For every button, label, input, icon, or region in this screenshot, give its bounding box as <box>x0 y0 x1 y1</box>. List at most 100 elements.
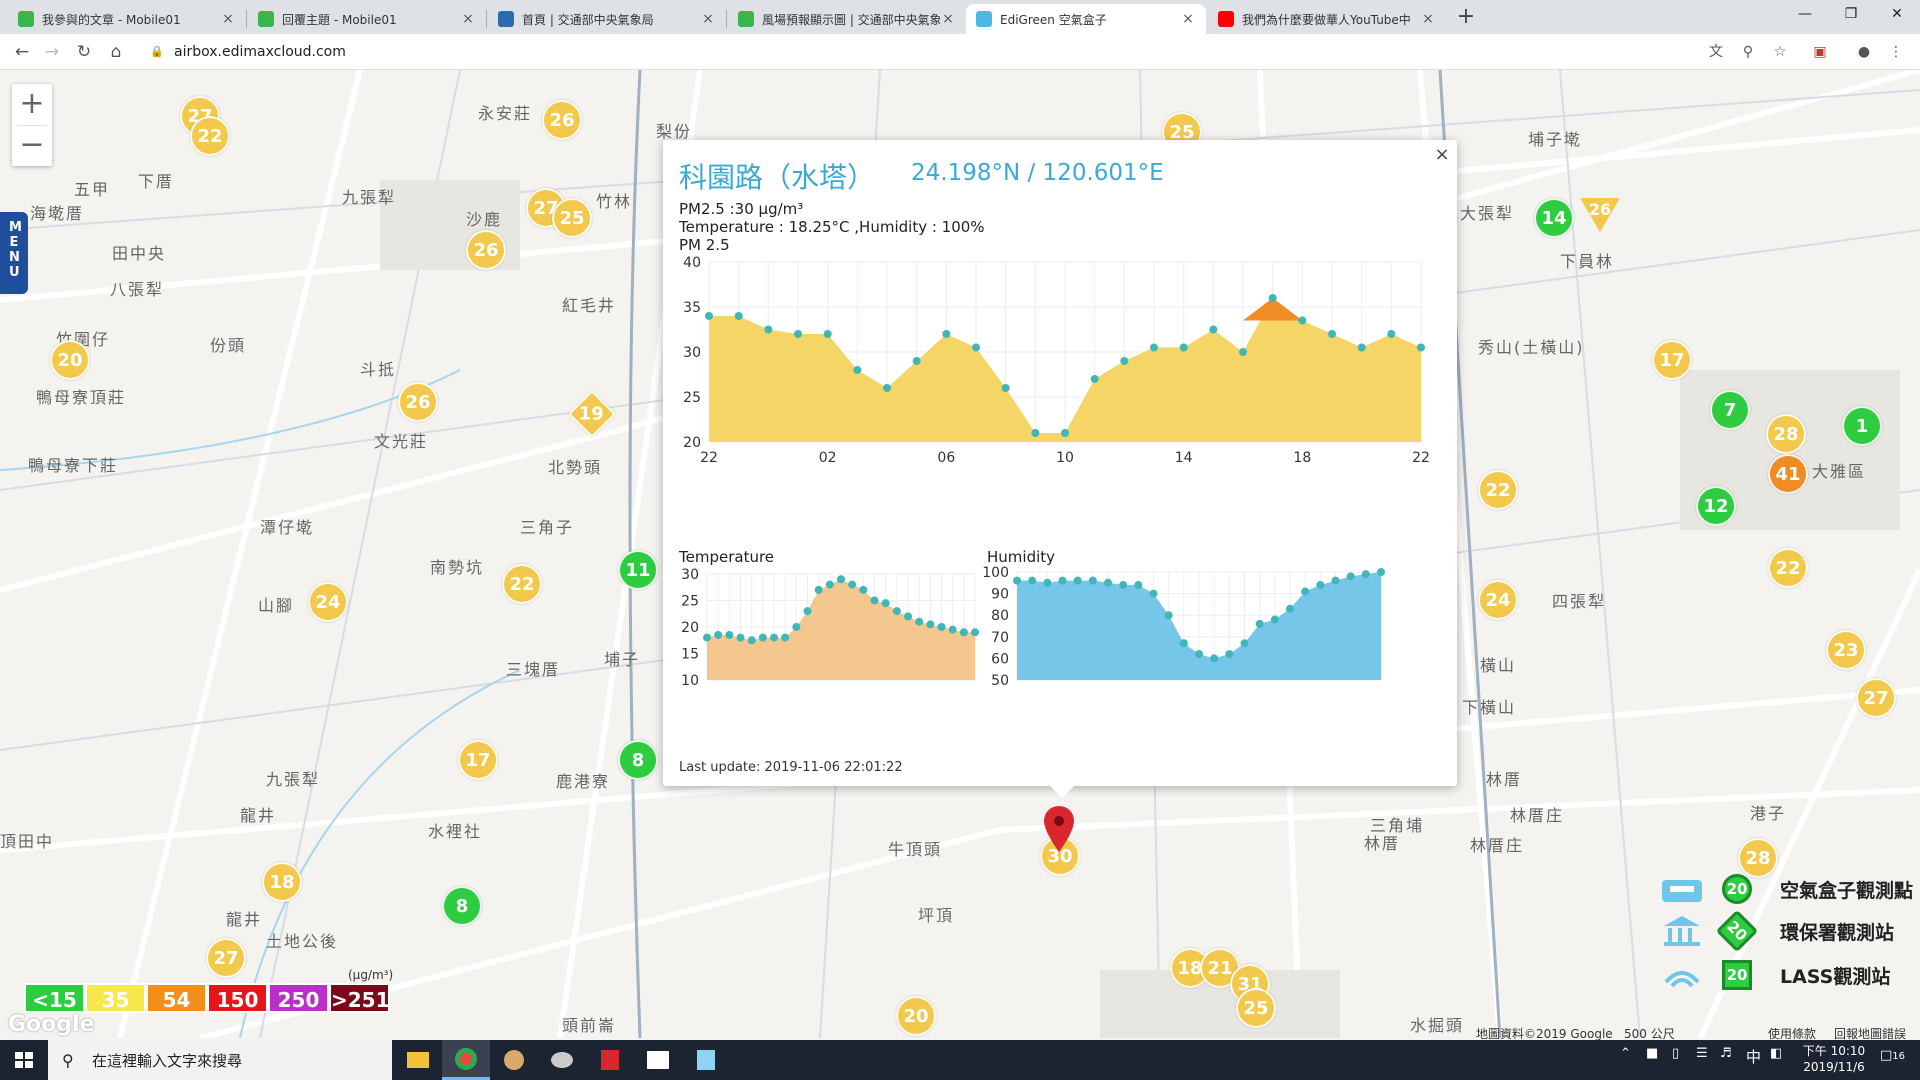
notepad-icon[interactable] <box>682 1040 730 1080</box>
zoom-icon[interactable]: ⚲ <box>1738 42 1758 62</box>
data-point <box>747 636 756 645</box>
marker-value: 27 <box>213 947 239 969</box>
airbox-station-marker[interactable]: 18 <box>262 862 302 902</box>
y-tick-label: 90 <box>991 587 1009 603</box>
place-label: 永安莊 <box>478 104 533 123</box>
taskbar-search[interactable]: ⚲ 在這裡輸入文字來搜尋 <box>48 1040 392 1080</box>
airbox-station-marker[interactable]: 14 <box>1534 198 1574 238</box>
tab-2[interactable]: 首頁 | 交通部中央氣象局 × <box>488 4 726 34</box>
data-point <box>937 623 946 631</box>
close-icon[interactable]: × <box>940 11 956 27</box>
airbox-station-marker[interactable]: 8 <box>442 886 482 926</box>
legend-lass: 20 LASS觀測站 <box>1660 958 1920 998</box>
ime-mode-icon[interactable]: ◧ <box>1770 1046 1782 1061</box>
data-point <box>904 612 912 621</box>
airbox-station-marker[interactable]: 26 <box>542 100 582 140</box>
airbox-station-marker[interactable]: 7 <box>1710 390 1750 430</box>
forward-icon[interactable]: → <box>40 40 64 64</box>
windows-start-icon[interactable] <box>0 1040 48 1080</box>
airbox-station-marker[interactable]: 24 <box>1478 580 1518 620</box>
airbox-station-marker[interactable]: 27 <box>206 938 246 978</box>
close-icon[interactable]: × <box>220 11 236 27</box>
data-point <box>1286 604 1294 613</box>
clock[interactable]: 下午 10:10 2019/11/6 <box>1792 1043 1876 1075</box>
marker-value: 22 <box>1775 557 1801 579</box>
address-bar[interactable]: 🔒 airbox.edimaxcloud.com <box>140 38 1700 66</box>
menu-tab[interactable]: MENU <box>0 212 28 294</box>
volume-icon[interactable]: ♬ <box>1720 1046 1732 1061</box>
new-tab-button[interactable]: + <box>1452 4 1480 32</box>
notification-center-icon[interactable]: □16 <box>1880 1048 1905 1063</box>
close-icon[interactable]: × <box>1433 144 1451 165</box>
close-window-button[interactable]: ✕ <box>1874 0 1920 30</box>
ime-indicator[interactable]: 中 <box>1746 1046 1761 1067</box>
back-icon[interactable]: ← <box>10 40 34 64</box>
airbox-station-marker[interactable]: 26 <box>398 382 438 422</box>
airbox-station-marker[interactable]: 22 <box>1768 548 1808 588</box>
place-label: 九張犁 <box>342 188 397 207</box>
place-label: 南勢坑 <box>430 558 485 577</box>
airbox-station-marker[interactable]: 41 <box>1768 454 1808 494</box>
airbox-station-marker[interactable]: 20 <box>896 996 936 1036</box>
minimize-button[interactable]: — <box>1782 0 1828 30</box>
close-icon[interactable]: × <box>700 11 716 27</box>
tab-favicon <box>738 11 754 27</box>
data-point <box>1377 568 1385 576</box>
tab-5[interactable]: 我們為什麼要做華人YouTube中 × <box>1208 4 1446 34</box>
airbox-station-marker[interactable]: 11 <box>618 550 658 590</box>
star-icon[interactable]: ☆ <box>1770 42 1790 62</box>
home-icon[interactable]: ⌂ <box>104 40 128 64</box>
airbox-station-marker[interactable]: 8 <box>618 740 658 780</box>
airbox-station-marker[interactable]: 12 <box>1696 486 1736 526</box>
location-pin-icon[interactable] <box>1044 806 1074 852</box>
reload-icon[interactable]: ↻ <box>72 40 96 64</box>
airbox-station-marker[interactable]: 17 <box>1652 340 1692 380</box>
airbox-station-marker[interactable]: 24 <box>308 582 348 622</box>
close-icon[interactable]: × <box>460 11 476 27</box>
network-icon[interactable]: ☰ <box>1696 1046 1708 1061</box>
battery-icon[interactable]: ▯ <box>1672 1046 1679 1061</box>
x-tick-label: 06 <box>937 450 955 466</box>
file-explorer-icon[interactable] <box>394 1040 442 1080</box>
lass-station-marker[interactable]: 26 <box>1580 198 1620 232</box>
tab-3[interactable]: 風場預報顯示圖 | 交通部中央氣象 × <box>728 4 966 34</box>
restore-button[interactable]: ❐ <box>1828 0 1874 30</box>
translate-icon[interactable]: 文 <box>1706 42 1726 62</box>
airbox-station-marker[interactable]: 22 <box>502 564 542 604</box>
airbox-station-marker[interactable]: 22 <box>190 116 230 156</box>
zoom-in-button[interactable]: + <box>12 84 52 125</box>
tab-1[interactable]: 回覆主題 - Mobile01 × <box>248 4 486 34</box>
pm-scale-step: <15 <box>24 983 85 1013</box>
airbox-station-marker[interactable]: 1 <box>1842 406 1882 446</box>
airbox-station-marker[interactable]: 27 <box>1856 678 1896 718</box>
airbox-station-marker[interactable]: 25 <box>1236 988 1276 1028</box>
extension-icon[interactable]: ▣ <box>1810 42 1830 62</box>
security-icon[interactable]: ■ <box>1646 1046 1658 1061</box>
airbox-station-marker[interactable]: 28 <box>1766 414 1806 454</box>
airbox-station-marker[interactable]: 23 <box>1826 630 1866 670</box>
place-label: 八張犁 <box>110 280 165 299</box>
data-point <box>1210 654 1219 663</box>
app-icon[interactable] <box>586 1040 634 1080</box>
tab-4[interactable]: EdiGreen 空氣盒子 × <box>966 4 1206 34</box>
photos-icon[interactable] <box>634 1040 682 1080</box>
account-icon[interactable]: ● <box>1854 42 1874 62</box>
close-icon[interactable]: × <box>1180 11 1196 27</box>
app-icon[interactable] <box>538 1040 586 1080</box>
menu-dots-icon[interactable]: ⋮ <box>1886 42 1906 62</box>
airbox-station-marker[interactable]: 17 <box>458 740 498 780</box>
url-text: airbox.edimaxcloud.com <box>174 44 346 60</box>
tab-0[interactable]: 我參與的文章 - Mobile01 × <box>8 4 246 34</box>
airbox-station-marker[interactable]: 20 <box>50 340 90 380</box>
airbox-station-marker[interactable]: 22 <box>1478 470 1518 510</box>
zoom-out-button[interactable]: − <box>12 125 52 166</box>
chrome-icon[interactable] <box>442 1040 490 1080</box>
close-icon[interactable]: × <box>1420 11 1436 27</box>
airbox-station-marker[interactable]: 26 <box>466 230 506 270</box>
app-icon[interactable] <box>490 1040 538 1080</box>
data-point <box>1119 580 1128 589</box>
marker-value: 24 <box>315 591 341 613</box>
tray-chevron-icon[interactable]: ⌃ <box>1620 1046 1631 1061</box>
airbox-station-marker[interactable]: 25 <box>552 198 592 238</box>
data-point <box>870 596 879 605</box>
